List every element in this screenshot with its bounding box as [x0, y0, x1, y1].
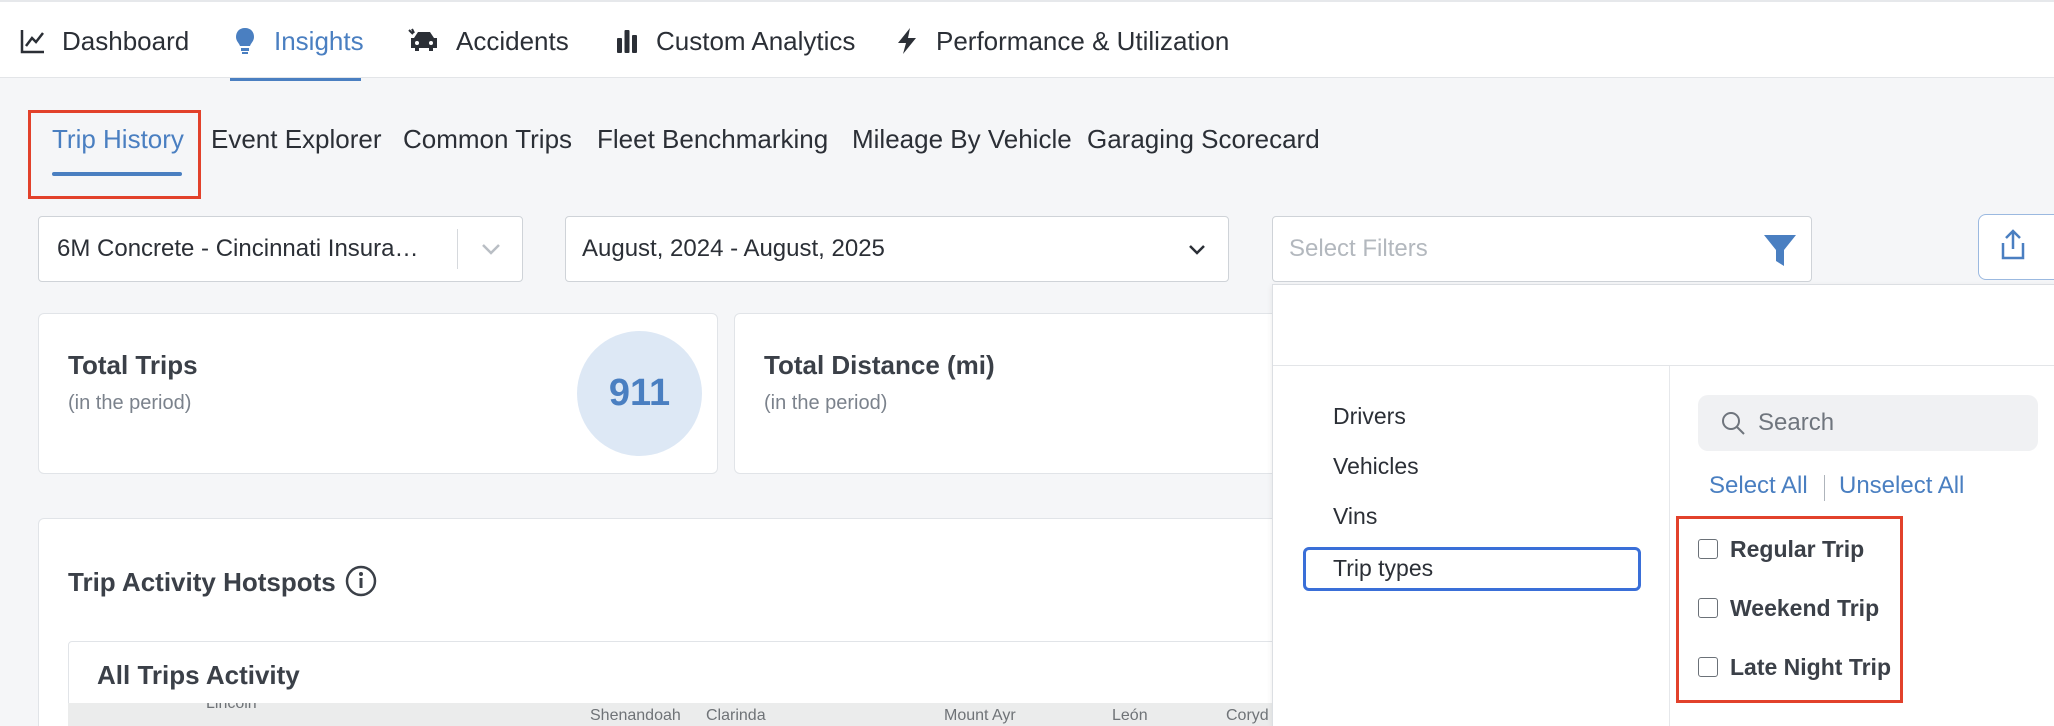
chart-line-icon — [20, 28, 46, 54]
lightbulb-icon — [232, 28, 258, 54]
category-drivers[interactable]: Drivers — [1333, 403, 1406, 430]
card-subtitle: (in the period) — [68, 392, 192, 414]
chevron-down-icon — [479, 237, 503, 268]
map-label: Lincoln — [206, 703, 257, 712]
nav-label: Dashboard — [62, 25, 190, 56]
category-trip-types[interactable]: Trip types — [1333, 555, 1433, 582]
nav-label: Performance & Utilization — [936, 25, 1230, 56]
card-subtitle: (in the period) — [764, 392, 888, 414]
tab-common-trips[interactable]: Common Trips — [403, 124, 572, 155]
account-select-value: 6M Concrete - Cincinnati Insura… — [57, 235, 419, 262]
hotspots-title: Trip Activity Hotspots — [68, 567, 336, 597]
total-trips-card: Total Trips (in the period) 911 — [38, 313, 718, 474]
bar-chart-icon — [614, 28, 640, 54]
filter-select-placeholder: Select Filters — [1289, 235, 1428, 262]
tab-fleet-benchmarking[interactable]: Fleet Benchmarking — [597, 124, 828, 155]
select-separator — [457, 229, 458, 269]
account-select[interactable]: 6M Concrete - Cincinnati Insura… — [38, 216, 523, 282]
nav-label: Accidents — [456, 25, 569, 56]
category-vins[interactable]: Vins — [1333, 503, 1377, 530]
trips-map[interactable]: Lincoln Shenandoah Clarinda Mount Ayr Le… — [68, 703, 1272, 726]
bolt-icon — [894, 28, 920, 54]
map-label: Mount Ayr — [944, 707, 1016, 724]
nav-label: Custom Analytics — [656, 25, 856, 56]
nav-item-performance[interactable]: Performance & Utilization — [894, 2, 1229, 80]
car-crash-icon — [408, 28, 440, 54]
map-label: Coryd — [1226, 707, 1269, 724]
info-icon[interactable] — [345, 565, 377, 602]
map-label: Clarinda — [706, 707, 766, 724]
filter-panel: Drivers Vehicles Vins Trip types Search … — [1272, 284, 2054, 726]
export-button[interactable] — [1978, 214, 2054, 280]
highlight-box-trip-options — [1676, 516, 1903, 703]
date-range-value: August, 2024 - August, 2025 — [582, 235, 885, 262]
nav-item-accidents[interactable]: Accidents — [408, 2, 569, 80]
filter-icon — [1763, 233, 1797, 276]
filter-search-input[interactable]: Search — [1698, 395, 2038, 451]
top-nav: Dashboard Insights Accidents Custom Anal… — [0, 0, 2054, 81]
search-placeholder: Search — [1758, 409, 1835, 436]
category-vehicles[interactable]: Vehicles — [1333, 453, 1419, 480]
tab-mileage-by-vehicle[interactable]: Mileage By Vehicle — [852, 124, 1072, 155]
all-trips-title: All Trips Activity — [97, 660, 300, 690]
nav-active-indicator — [230, 78, 361, 81]
nav-item-insights[interactable]: Insights — [232, 2, 364, 80]
search-icon — [1720, 410, 1746, 436]
panel-column-divider — [1669, 366, 1670, 726]
nav-label: Insights — [274, 25, 364, 56]
tab-event-explorer[interactable]: Event Explorer — [211, 124, 382, 155]
map-label: Shenandoah — [590, 707, 681, 724]
chevron-down-icon — [1186, 239, 1208, 268]
share-icon — [1999, 228, 2027, 266]
total-trips-value: 911 — [577, 331, 702, 456]
highlight-box-trip-history — [28, 110, 201, 199]
total-distance-card: Total Distance (mi) (in the period) — [734, 313, 1294, 474]
link-separator — [1824, 475, 1825, 501]
map-label: León — [1112, 707, 1148, 724]
select-all-link[interactable]: Select All — [1709, 472, 1808, 500]
unselect-all-link[interactable]: Unselect All — [1839, 472, 1964, 500]
tab-garaging-scorecard[interactable]: Garaging Scorecard — [1087, 124, 1320, 155]
filter-select[interactable]: Select Filters — [1272, 216, 1812, 282]
nav-item-dashboard[interactable]: Dashboard — [20, 2, 189, 80]
card-title: Total Distance (mi) — [764, 350, 995, 380]
panel-divider — [1273, 365, 2054, 366]
card-title: Total Trips — [68, 350, 198, 380]
nav-item-custom-analytics[interactable]: Custom Analytics — [614, 2, 855, 80]
date-range-select[interactable]: August, 2024 - August, 2025 — [565, 216, 1229, 282]
hotspots-card: Trip Activity Hotspots All Trips Activit… — [38, 518, 1298, 726]
